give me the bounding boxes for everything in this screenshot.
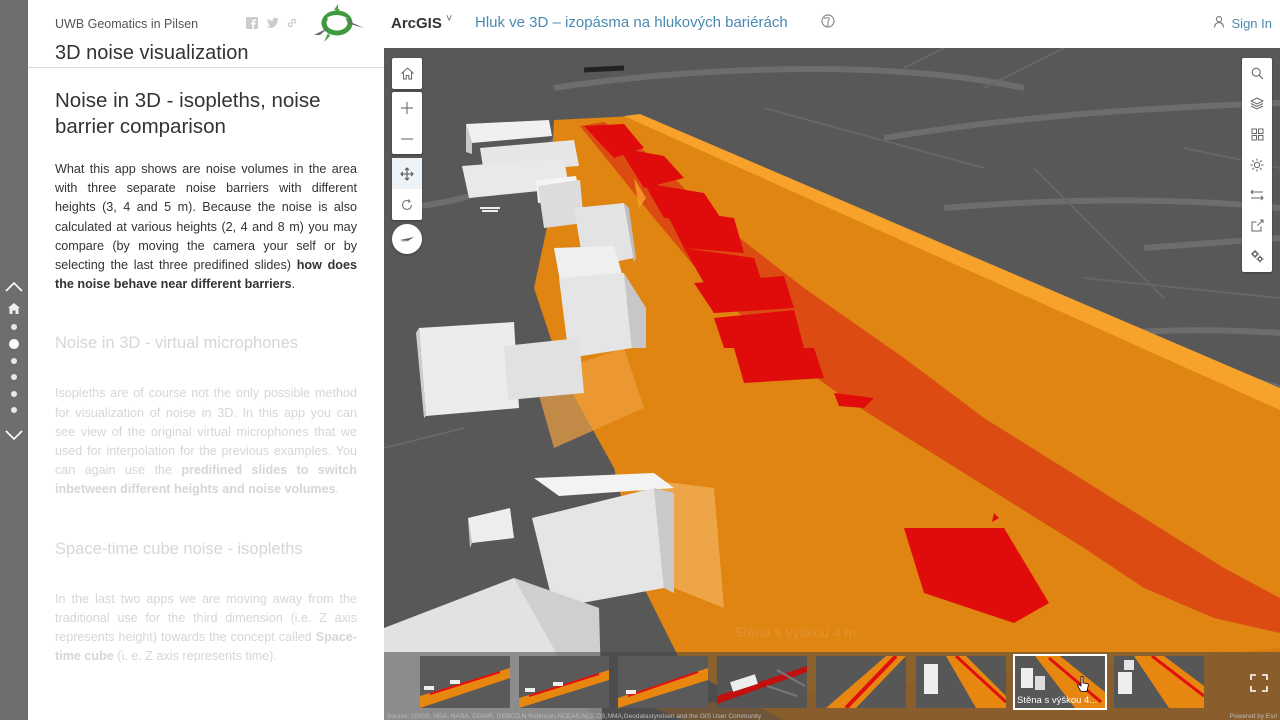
story-navigation	[0, 0, 28, 720]
slide-thumbnail[interactable]	[1114, 656, 1204, 708]
chevron-down-icon[interactable]: ˅	[446, 13, 452, 25]
basemap-dark-road	[583, 65, 625, 73]
home-icon[interactable]	[392, 58, 422, 89]
section-title-microphones[interactable]: Noise in 3D - virtual microphones	[55, 330, 357, 356]
scene-canvas[interactable]	[384, 48, 1280, 720]
story-header: UWB Geomatics in Pilsen 3D noise visuali…	[28, 0, 384, 68]
slide-title-overlay: Stěna s výškou 4 m	[734, 624, 857, 640]
basemap-gallery-icon[interactable]	[1242, 119, 1272, 150]
zoom-control	[392, 92, 422, 154]
section-title-space-time-cube[interactable]: Space-time cube noise - isopleths	[55, 536, 357, 562]
slide-thumbnail[interactable]	[916, 656, 1006, 708]
map-title: Hluk ve 3D – izopásma na hlukových barié…	[475, 14, 788, 31]
user-icon	[1214, 16, 1224, 28]
sign-in-link[interactable]: Sign In	[1232, 16, 1272, 31]
story-panel: UWB Geomatics in Pilsen 3D noise visuali…	[28, 0, 384, 720]
slide-thumbnail[interactable]	[618, 656, 708, 708]
section-dot-active[interactable]	[9, 339, 19, 349]
share-icon[interactable]	[1242, 211, 1272, 242]
zoom-in-icon[interactable]	[392, 92, 422, 123]
link-icon[interactable]	[286, 16, 298, 28]
search-icon[interactable]	[1242, 58, 1272, 89]
mouse-cursor-icon	[1077, 676, 1089, 692]
tools-toolbar	[1242, 58, 1272, 272]
section-text-end: .	[291, 277, 296, 292]
section-text-active: What this app shows are noise volumes in…	[55, 160, 357, 294]
map-header: ArcGIS ˅ Hluk ve 3D – izopásma na hlukov…	[384, 0, 1280, 48]
share-links	[246, 16, 298, 29]
daylight-icon[interactable]	[1242, 150, 1272, 181]
section-text-microphones: Isopleths are of course not the only pos…	[55, 384, 357, 499]
slide-thumbnail[interactable]	[717, 656, 807, 708]
fullscreen-icon[interactable]	[1250, 674, 1268, 692]
slide-thumbnail[interactable]	[816, 656, 906, 708]
rotate-icon[interactable]	[392, 189, 422, 220]
section-text-plain: What this app shows are noise volumes in…	[55, 162, 357, 273]
section-dot[interactable]	[11, 324, 17, 330]
slides-bar: Stěna s výškou 4... Source: USGS, NGA, N…	[384, 652, 1280, 720]
slide-label: Stěna s výškou 4...	[1017, 695, 1098, 706]
powered-by-esri[interactable]: Powered by Esri	[1230, 713, 1277, 720]
scene-view[interactable]: Stěna s výškou 4 m Stěna s výškou 4... S…	[384, 48, 1280, 720]
section-dot[interactable]	[11, 407, 17, 413]
globe-icon	[821, 14, 835, 28]
home-section-icon[interactable]	[8, 303, 20, 314]
section-title-active: Noise in 3D - isopleths, noise barrier c…	[55, 89, 321, 138]
layers-icon[interactable]	[1242, 89, 1272, 120]
geomatics-logo-icon	[314, 4, 364, 42]
section-text-end: .	[335, 482, 340, 497]
previous-section-icon[interactable]	[4, 280, 24, 294]
next-section-icon[interactable]	[4, 428, 24, 442]
navigation-toggle	[392, 158, 422, 220]
facebook-icon[interactable]	[246, 16, 258, 29]
map-attribution: Source: USGS, NGA, NASA, CGIAR, GEBCO,N …	[387, 713, 762, 720]
slide-thumbnail[interactable]	[519, 656, 609, 708]
slide-thumbnail-selected[interactable]: Stěna s výškou 4...	[1013, 654, 1107, 710]
organization-name: UWB Geomatics in Pilsen	[55, 17, 199, 31]
measure-icon[interactable]	[1242, 180, 1272, 211]
settings-icon[interactable]	[1242, 241, 1272, 272]
slide-thumbnail[interactable]	[420, 656, 510, 708]
section-dot[interactable]	[11, 374, 17, 380]
zoom-out-icon[interactable]	[392, 123, 422, 154]
section-dot[interactable]	[11, 391, 17, 397]
arcgis-menu-button[interactable]: ArcGIS	[391, 15, 442, 32]
section-text-plain: In the last two apps we are moving away …	[55, 591, 357, 645]
story-content: Noise in 3D - isopleths, noise barrier c…	[28, 68, 384, 666]
app-title: 3D noise visualization	[55, 42, 249, 64]
compass-icon[interactable]	[392, 224, 422, 254]
twitter-icon[interactable]	[266, 16, 279, 28]
section-text-end: (i. e. Z axis represents time).	[113, 649, 277, 664]
section-dot[interactable]	[11, 358, 17, 364]
section-text-space-time-cube: In the last two apps we are moving away …	[55, 590, 357, 667]
pan-icon[interactable]	[392, 158, 422, 189]
home-control[interactable]	[392, 58, 422, 89]
